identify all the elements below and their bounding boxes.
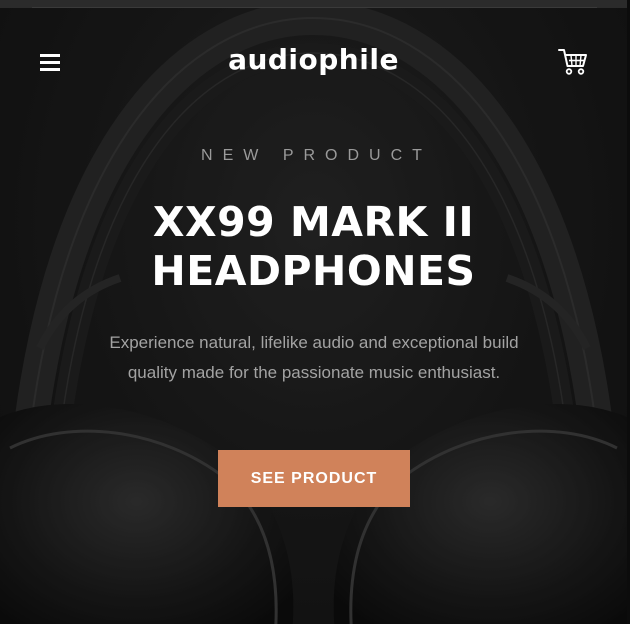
- hero-title: XX99 MARK II HEADPHONES: [0, 198, 627, 296]
- hero-title-line-1: XX99 MARK II: [152, 198, 475, 246]
- logo[interactable]: audiophile: [0, 42, 627, 78]
- see-product-button[interactable]: SEE PRODUCT: [218, 450, 410, 507]
- hero-overline: NEW PRODUCT: [201, 147, 432, 164]
- app-frame: audiophile NEW PRODUCT XX99 MARK II HEAD…: [0, 0, 630, 624]
- top-navbar: audiophile: [0, 8, 627, 112]
- browser-top-strip: [0, 0, 630, 8]
- cart-icon[interactable]: [558, 48, 588, 76]
- hero-description: Experience natural, lifelike audio and e…: [109, 333, 519, 382]
- hero-title-line-2: HEADPHONES: [151, 247, 476, 295]
